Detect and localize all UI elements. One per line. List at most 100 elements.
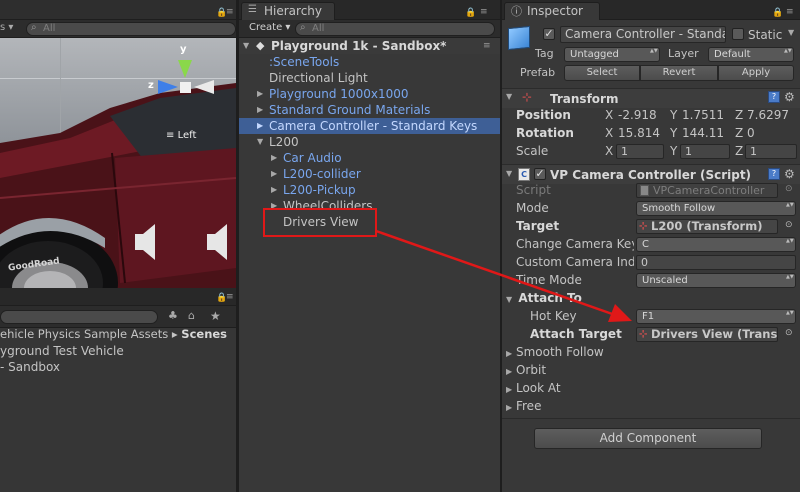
search-icon: ⌕	[300, 22, 306, 33]
foldout-arrow-icon[interactable]: ▼	[506, 169, 512, 178]
prefab-revert-button[interactable]: Revert	[640, 65, 718, 81]
active-checkbox[interactable]: ✓	[543, 28, 555, 40]
hierarchy-search-input[interactable]: ⌕ All	[295, 22, 495, 36]
change-key-dropdown[interactable]: C	[636, 237, 796, 252]
gear-icon[interactable]: ⚙	[784, 90, 795, 104]
scale-y-field[interactable]: 1	[680, 144, 730, 159]
tree-item-camera-controller[interactable]: ▶ Camera Controller - Standard Keys	[239, 118, 500, 134]
tab-hierarchy[interactable]: ☰ Hierarchy	[241, 2, 335, 20]
position-z-value[interactable]: 7.6297	[747, 107, 789, 123]
foldout-arrow-icon[interactable]: ▶	[506, 385, 512, 394]
static-checkbox[interactable]	[732, 28, 744, 40]
tree-item-l200-collider[interactable]: ▶ L200-collider	[239, 166, 500, 182]
filter-by-type-icon[interactable]: ♣	[168, 309, 186, 325]
mode-dropdown[interactable]: Smooth Follow	[636, 201, 796, 216]
foldout-arrow-icon[interactable]: ▼	[506, 92, 512, 101]
rotation-y-value[interactable]: 144.11	[682, 125, 724, 141]
tag-label: Tag	[535, 47, 554, 60]
scene-orientation-gizmo[interactable]: y z ≡ Left	[146, 44, 216, 146]
tab-inspector[interactable]: ⓘ Inspector	[504, 2, 600, 20]
layer-label: Layer	[668, 47, 699, 60]
expand-arrow-icon[interactable]: ▶	[271, 150, 277, 166]
breadcrumb-parent[interactable]: ehicle Physics Sample Assets	[0, 327, 168, 341]
lock-icon[interactable]: 🔒	[465, 8, 476, 18]
foldout-arrow-icon[interactable]: ▶	[506, 349, 512, 358]
tree-item-directional-light[interactable]: Directional Light	[239, 70, 500, 86]
tree-item-l200[interactable]: ▼ L200	[239, 134, 500, 150]
gizmo-orientation-label[interactable]: ≡ Left	[166, 130, 196, 141]
filter-by-label-icon[interactable]: ⌂	[188, 309, 206, 325]
tree-item-car-audio[interactable]: ▶ Car Audio	[239, 150, 500, 166]
foldout-arrow-icon[interactable]: ▶	[506, 367, 512, 376]
custom-index-field[interactable]: 0	[636, 255, 796, 270]
lock-icon[interactable]: 🔒	[772, 8, 783, 18]
create-dropdown[interactable]: Create ▾	[249, 22, 290, 33]
time-mode-dropdown[interactable]: Unscaled	[636, 273, 796, 288]
menu-icon[interactable]: ≡	[226, 7, 234, 17]
expand-arrow-icon[interactable]: ▼	[243, 38, 249, 54]
add-component-button[interactable]: Add Component	[534, 428, 762, 449]
position-x-value[interactable]: -2.918	[618, 107, 657, 123]
layer-dropdown[interactable]: Default	[708, 47, 794, 62]
tree-item-playground[interactable]: ▶ Playground 1000x1000	[239, 86, 500, 102]
tag-dropdown[interactable]: Untagged	[564, 47, 660, 62]
attach-target-field[interactable]: ⊹ Drivers View (Trans	[636, 327, 778, 342]
scene-toolbar-dropdown[interactable]: s ▾	[0, 22, 13, 33]
orbit-foldout[interactable]: ▶ Orbit	[506, 362, 546, 378]
hot-key-dropdown[interactable]: F1	[636, 309, 796, 324]
transform-header[interactable]: ▼ ⊹ Transform ? ⚙	[502, 88, 800, 108]
project-search-input[interactable]	[0, 310, 158, 324]
list-item[interactable]: yground Test Vehicle	[0, 343, 236, 359]
tree-item-scenetools[interactable]: :SceneTools	[239, 54, 500, 70]
expand-arrow-icon[interactable]: ▶	[257, 118, 263, 134]
rotation-z-value[interactable]: 0	[747, 125, 755, 141]
foldout-arrow-icon[interactable]: ▼	[506, 295, 512, 304]
scale-x-field[interactable]: 1	[616, 144, 664, 159]
gizmo-y-cone[interactable]	[178, 56, 192, 78]
menu-icon[interactable]: ≡	[786, 7, 794, 17]
menu-icon[interactable]: ≡	[483, 38, 491, 54]
search-icon: ⌕	[31, 22, 37, 33]
look-at-foldout[interactable]: ▶ Look At	[506, 380, 561, 396]
static-dropdown-icon[interactable]: ▼	[788, 28, 794, 37]
favorite-star-icon[interactable]: ★	[210, 309, 228, 325]
component-enabled-checkbox[interactable]: ✓	[534, 168, 546, 180]
tree-item-l200-pickup[interactable]: ▶ L200-Pickup	[239, 182, 500, 198]
prefab-apply-button[interactable]: Apply	[718, 65, 794, 81]
rotation-x-value[interactable]: 15.814	[618, 125, 660, 141]
gizmo-center-cube[interactable]	[180, 82, 191, 93]
expand-arrow-icon[interactable]: ▶	[257, 102, 263, 118]
object-picker-icon[interactable]: ⊙	[785, 220, 793, 230]
smooth-follow-foldout[interactable]: ▶ Smooth Follow	[506, 344, 604, 360]
free-foldout[interactable]: ▶ Free	[506, 398, 541, 414]
object-picker-icon[interactable]: ⊙	[785, 328, 793, 338]
prefab-select-button[interactable]: Select	[564, 65, 640, 81]
expand-arrow-icon[interactable]: ▶	[271, 166, 277, 182]
menu-icon[interactable]: ≡	[226, 292, 234, 302]
attach-to-foldout[interactable]: ▼ Attach To	[506, 290, 582, 306]
camera-controller-header[interactable]: ▼ C ✓ VP Camera Controller (Script) ? ⚙	[502, 164, 800, 184]
scene-root-row[interactable]: ▼ ◆ Playground 1k - Sandbox* ≡	[239, 38, 500, 54]
help-book-icon[interactable]: ?	[768, 91, 780, 103]
list-item[interactable]: - Sandbox	[0, 359, 236, 375]
expand-arrow-icon[interactable]: ▶	[257, 86, 263, 102]
menu-icon[interactable]: ≡	[480, 7, 488, 17]
scene-viewport[interactable]: GoodRoad y z ≡ Left	[0, 38, 236, 288]
breadcrumb-current[interactable]: Scenes	[181, 327, 227, 341]
gizmo-z-cone[interactable]	[156, 80, 178, 94]
expand-arrow-icon[interactable]: ▼	[257, 134, 263, 150]
position-y-label: Y	[670, 108, 678, 122]
tree-item-label: L200-collider	[283, 167, 361, 181]
expand-arrow-icon[interactable]: ▶	[271, 182, 277, 198]
object-picker-icon[interactable]: ⊙	[785, 184, 793, 194]
gear-icon[interactable]: ⚙	[784, 167, 795, 181]
scene-search-input[interactable]: ⌕ All	[26, 22, 236, 36]
object-name-field[interactable]: Camera Controller - Standa	[560, 26, 726, 43]
scale-z-field[interactable]: 1	[745, 144, 797, 159]
gizmo-x-cone[interactable]	[194, 80, 216, 94]
help-book-icon[interactable]: ?	[768, 168, 780, 180]
tree-item-ground-materials[interactable]: ▶ Standard Ground Materials	[239, 102, 500, 118]
position-y-value[interactable]: 1.7511	[682, 107, 724, 123]
target-field[interactable]: ⊹ L200 (Transform)	[636, 219, 778, 234]
foldout-arrow-icon[interactable]: ▶	[506, 403, 512, 412]
